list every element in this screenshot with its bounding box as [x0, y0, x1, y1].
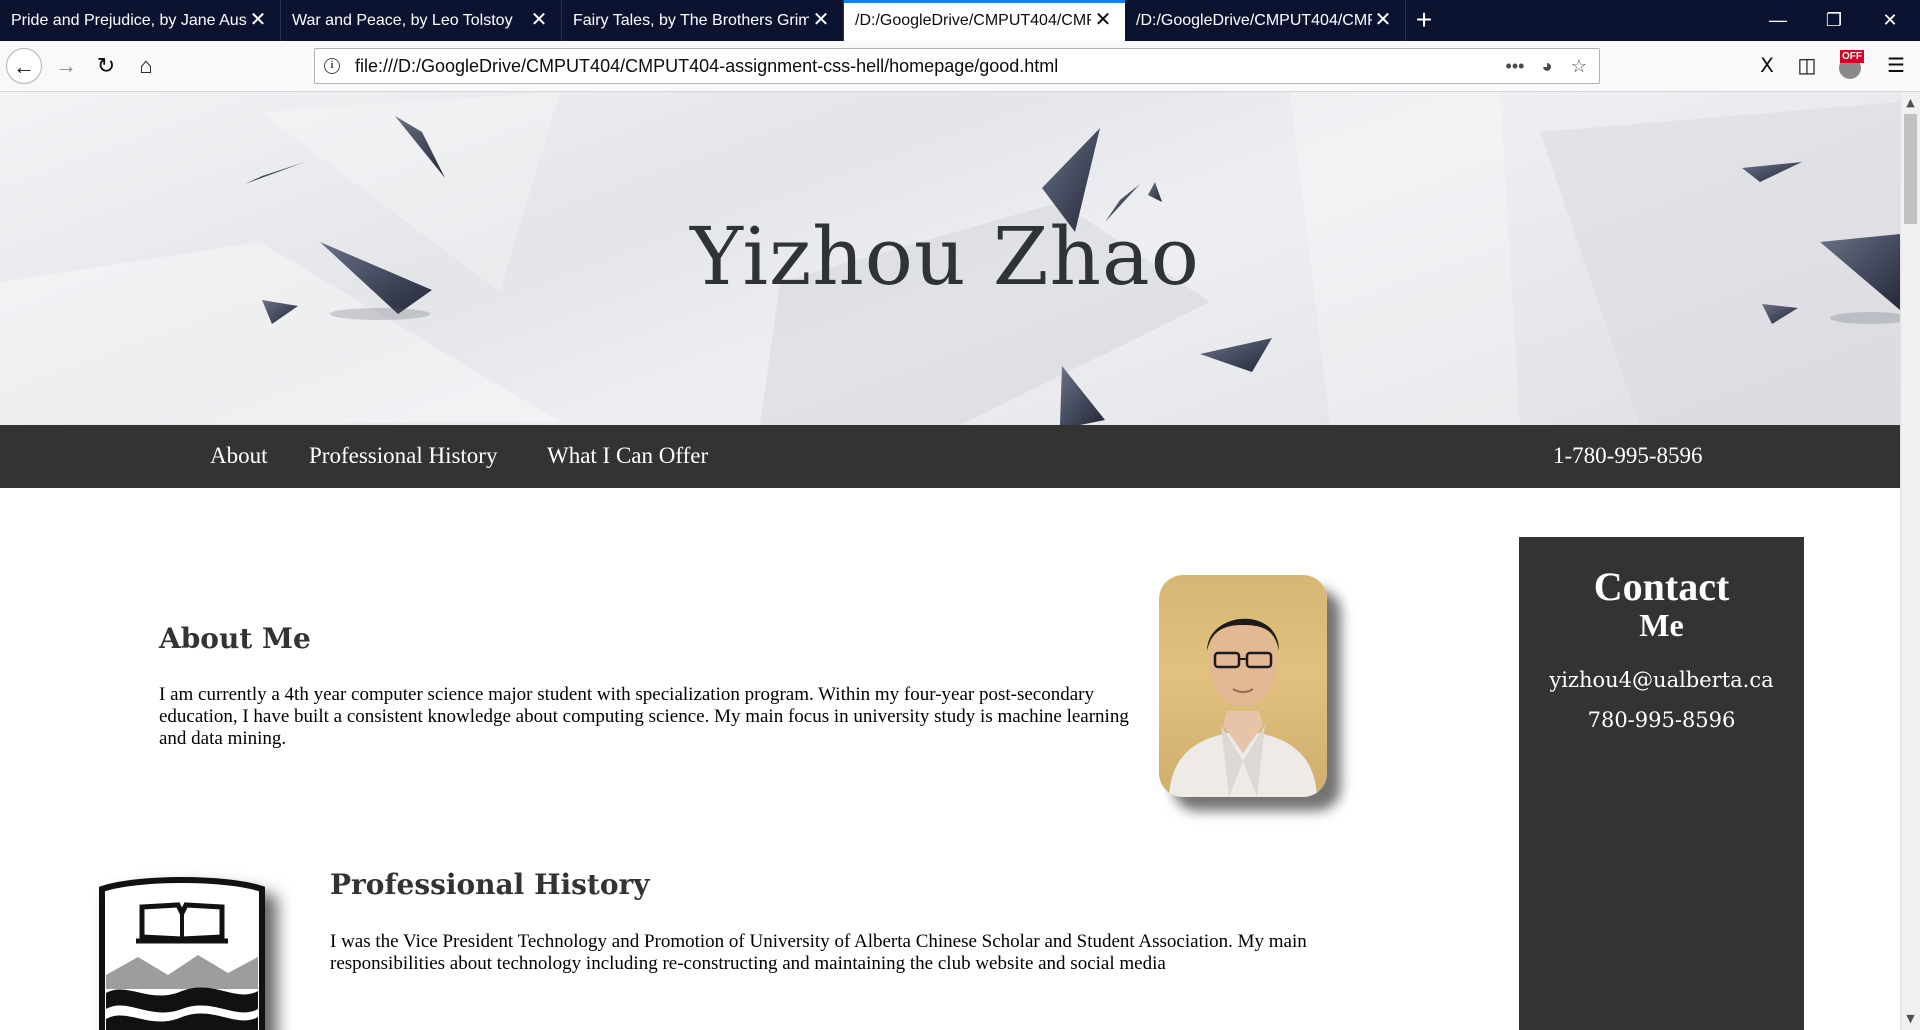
tab-title: /D:/GoogleDrive/CMPUT404/CMPUT404-assign… [1136, 12, 1372, 29]
nav-link-about[interactable]: About [210, 441, 268, 471]
scroll-up-arrow-icon[interactable]: ▲ [1901, 94, 1920, 112]
hero-title: Yizhou Zhao [690, 210, 1200, 303]
window-close-icon[interactable]: ✕ [1862, 0, 1918, 41]
contact-subtitle: Me [1639, 607, 1684, 643]
browser-tab-active[interactable]: /D:/GoogleDrive/CMPUT404/CMPUT404-assign… [844, 0, 1125, 41]
browser-tab[interactable]: Pride and Prejudice, by Jane Austen ✕ [0, 0, 281, 41]
tab-title: Fairy Tales, by The Brothers Grimm [573, 12, 809, 29]
bookmark-star-icon[interactable]: ☆ [1567, 54, 1591, 78]
close-icon[interactable]: ✕ [812, 10, 830, 30]
forward-arrow-icon[interactable]: → [48, 48, 84, 84]
tab-title: War and Peace, by Leo Tolstoy [292, 12, 513, 29]
restore-icon[interactable]: ❐ [1806, 0, 1862, 41]
site-nav: About Professional History What I Can Of… [0, 425, 1900, 488]
nav-link-professional-history[interactable]: Professional History [309, 441, 497, 471]
portrait-illustration [1169, 618, 1317, 797]
scroll-down-arrow-icon[interactable]: ▼ [1901, 1010, 1920, 1028]
close-icon[interactable]: ✕ [1094, 10, 1112, 30]
minimize-icon[interactable]: — [1750, 0, 1806, 41]
extension-button[interactable]: OFF [1838, 50, 1864, 82]
hamburger-menu-icon[interactable]: ☰ [1882, 52, 1910, 80]
home-icon[interactable]: ⌂ [128, 48, 164, 84]
more-actions-icon[interactable]: ••• [1503, 54, 1527, 78]
close-icon[interactable]: ✕ [530, 10, 548, 30]
back-arrow-icon[interactable]: ← [6, 48, 42, 84]
profile-photo [1159, 575, 1327, 797]
scrollbar-thumb[interactable] [1904, 114, 1917, 224]
close-icon[interactable]: ✕ [1374, 10, 1392, 30]
contact-sidebar: Contact Me yizhou4@ualberta.ca 780-995-8… [1519, 537, 1804, 1030]
browser-toolbar: ← → ↻ ⌂ i file:///D:/GoogleDrive/CMPUT40… [0, 41, 1920, 92]
extension-badge: OFF [1840, 50, 1864, 63]
professional-history-heading: Professional History [330, 868, 650, 901]
address-bar[interactable]: i file:///D:/GoogleDrive/CMPUT404/CMPUT4… [314, 48, 1600, 84]
contact-email[interactable]: yizhou4@ualberta.ca [1519, 667, 1804, 693]
info-icon[interactable]: i [324, 58, 340, 74]
browser-tab[interactable]: /D:/GoogleDrive/CMPUT404/CMPUT404-assign… [1125, 0, 1406, 41]
nav-link-what-i-can-offer[interactable]: What I Can Offer [547, 441, 708, 471]
plus-icon[interactable]: + [1409, 6, 1439, 36]
browser-tab-strip: Pride and Prejudice, by Jane Austen ✕ Wa… [0, 0, 1920, 41]
about-heading: About Me [159, 622, 311, 655]
url-text[interactable]: file:///D:/GoogleDrive/CMPUT404/CMPUT404… [355, 49, 1058, 83]
contact-phone: 780-995-8596 [1587, 708, 1736, 732]
browser-tab[interactable]: War and Peace, by Leo Tolstoy ✕ [281, 0, 562, 41]
shield-icon [99, 877, 265, 1030]
page-viewport: Yizhou Zhao About Professional History W… [0, 92, 1900, 1030]
pocket-icon[interactable]: ◕ [1535, 54, 1559, 78]
vertical-scrollbar[interactable]: ▲ ▼ [1900, 92, 1920, 1030]
library-icon[interactable]: Ⅹ [1753, 52, 1781, 80]
nav-phone-number: 1-780-995-8596 [1553, 443, 1703, 468]
browser-tab[interactable]: Fairy Tales, by The Brothers Grimm ✕ [562, 0, 844, 41]
reload-icon[interactable]: ↻ [88, 48, 124, 84]
professional-history-text: I was the Vice President Technology and … [330, 931, 1307, 974]
close-icon[interactable]: ✕ [249, 10, 267, 30]
tab-title: Pride and Prejudice, by Jane Austen [11, 12, 247, 29]
hero-banner: Yizhou Zhao [0, 92, 1900, 425]
contact-title: Contact [1593, 564, 1730, 609]
about-text: I am currently a 4th year computer scien… [159, 684, 1129, 749]
university-logo [98, 875, 266, 1030]
sidebar-toggle-icon[interactable]: ◫ [1793, 52, 1821, 80]
tab-title: /D:/GoogleDrive/CMPUT404/CMPUT404-assign… [855, 12, 1091, 29]
